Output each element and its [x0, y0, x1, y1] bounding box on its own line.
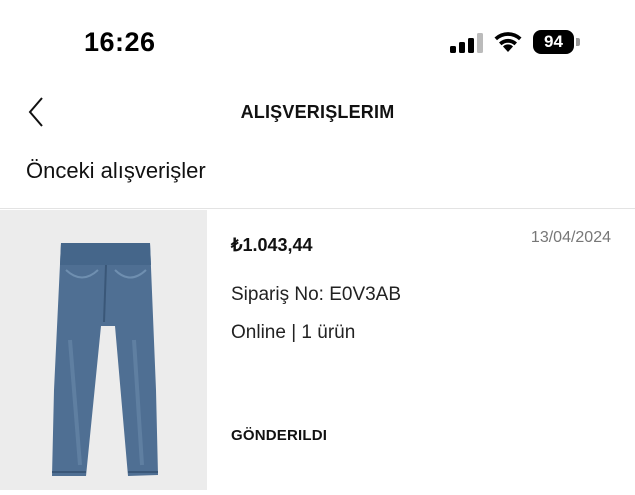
status-bar: 16:26 94: [0, 0, 635, 90]
wifi-icon: [494, 32, 522, 52]
order-card[interactable]: ₺1.043,44 13/04/2024 Sipariş No: E0V3AB …: [0, 210, 635, 490]
divider: [0, 208, 635, 209]
jeans-product-image[interactable]: [0, 210, 207, 490]
status-time: 16:26: [84, 27, 156, 57]
battery-icon: 94: [533, 30, 583, 56]
jeans-illustration: [52, 243, 158, 476]
page-title: ALIŞVERIŞLERIM: [240, 102, 395, 122]
order-date: 13/04/2024: [530, 229, 611, 246]
order-price: ₺1.043,44: [231, 235, 313, 255]
nav-bar: ALIŞVERIŞLERIM: [0, 90, 635, 138]
cellular-signal-icon: [450, 33, 483, 53]
battery-level: 94: [533, 30, 574, 54]
order-status: GÖNDERILDI: [231, 427, 328, 444]
order-channel-items: Online | 1 ürün: [231, 322, 356, 343]
section-title: Önceki alışverişler: [26, 158, 206, 183]
order-number: Sipariş No: E0V3AB: [231, 284, 402, 305]
